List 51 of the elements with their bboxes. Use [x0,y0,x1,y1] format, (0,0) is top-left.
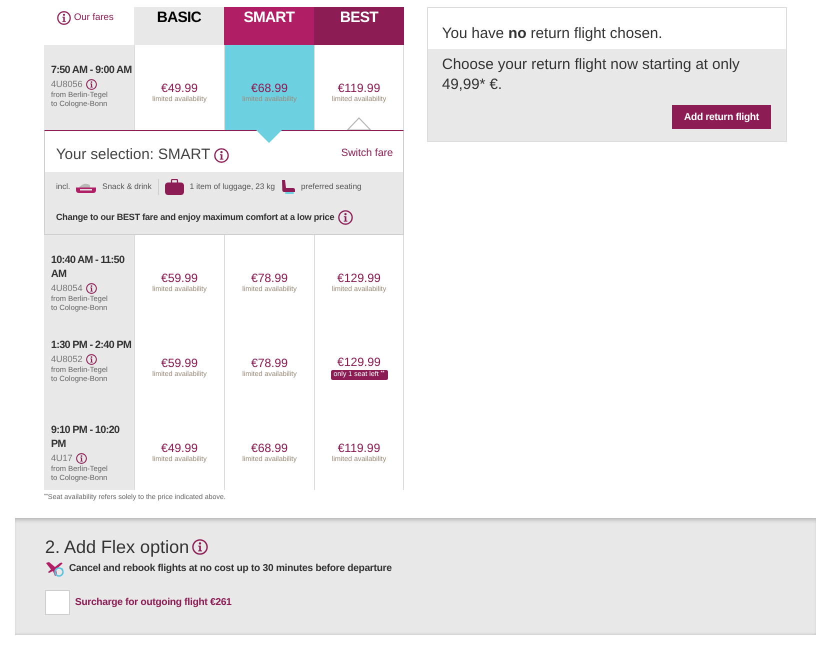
inclusion-label: preferred seating [300,181,362,193]
add-return-flight-button[interactable]: Add return flight [672,105,771,129]
inclusion-label: Snack & drink [102,181,152,193]
info-icon[interactable] [338,210,354,224]
upsell-text: Change to our BEST fare and enjoy maximum comfort at a low price [56,211,334,223]
fare-header: SMART [224,7,314,45]
flight-number: 4U17 [51,452,73,464]
price-label: €49.99 [161,81,198,95]
info-icon[interactable] [57,11,71,25]
flex-option-title: 2. Add Flex option [45,536,190,558]
price-label: €129.99 [337,271,381,285]
info-icon[interactable] [86,282,97,294]
price-label: €59.99 [161,271,198,285]
inclusions-prefix: incl. [56,181,70,193]
info-icon[interactable] [192,539,208,555]
flight-time: 9:10 PM - 10:20 PM [51,423,120,451]
seat-icon [280,180,295,194]
price-label: €119.99 [338,81,380,95]
info-icon[interactable] [86,354,97,364]
switch-fare-link[interactable]: Switch fare [341,146,393,160]
fare-header: BASIC [134,7,224,45]
tray-icon [76,181,96,193]
flex-option-description: Cancel and rebook flights at no cost up to 30 minutes before departure [69,562,392,576]
info-icon[interactable] [214,148,230,162]
suitcase-icon [164,179,184,195]
flight-number: 4U8056 [51,78,83,90]
price-label: €78.99 [251,356,288,370]
our-fares-link[interactable]: Our fares [74,11,114,25]
flight-time: 1:30 PM - 2:40 PM [51,338,132,352]
price-label: €119.99 [338,441,380,455]
price-label: €59.99 [161,356,198,370]
inclusion-label: 1 item of luggage, 23 kg [190,181,275,193]
price-label: €129.99 [337,355,381,369]
flight-number: 4U8054 [51,282,83,294]
info-icon[interactable] [76,452,87,464]
price-label: €78.99 [251,271,288,285]
return-status-text: You have no return flight chosen. [442,25,662,43]
price-label: €68.99 [251,441,288,455]
flight-number: 4U8052 [51,353,83,365]
price-label: €49.99 [161,441,198,455]
info-icon[interactable] [86,78,97,90]
fare-header: BEST [314,7,404,45]
flight-time: 7:50 AM - 9:00 AM [51,63,133,77]
pointer-triangle-icon [256,130,282,143]
checkbox[interactable] [45,590,70,615]
price-label: €68.99 [251,81,288,95]
plane-refresh-icon [45,561,65,577]
return-offer-text: Choose your return flight now starting at only 49,99* €. [442,55,741,95]
selection-title: Your selection: SMART [56,146,210,164]
flight-time: 10:40 AM - 11:50 AM [51,253,126,281]
checkbox-label[interactable]: Surcharge for outgoing flight €261 [75,596,232,610]
